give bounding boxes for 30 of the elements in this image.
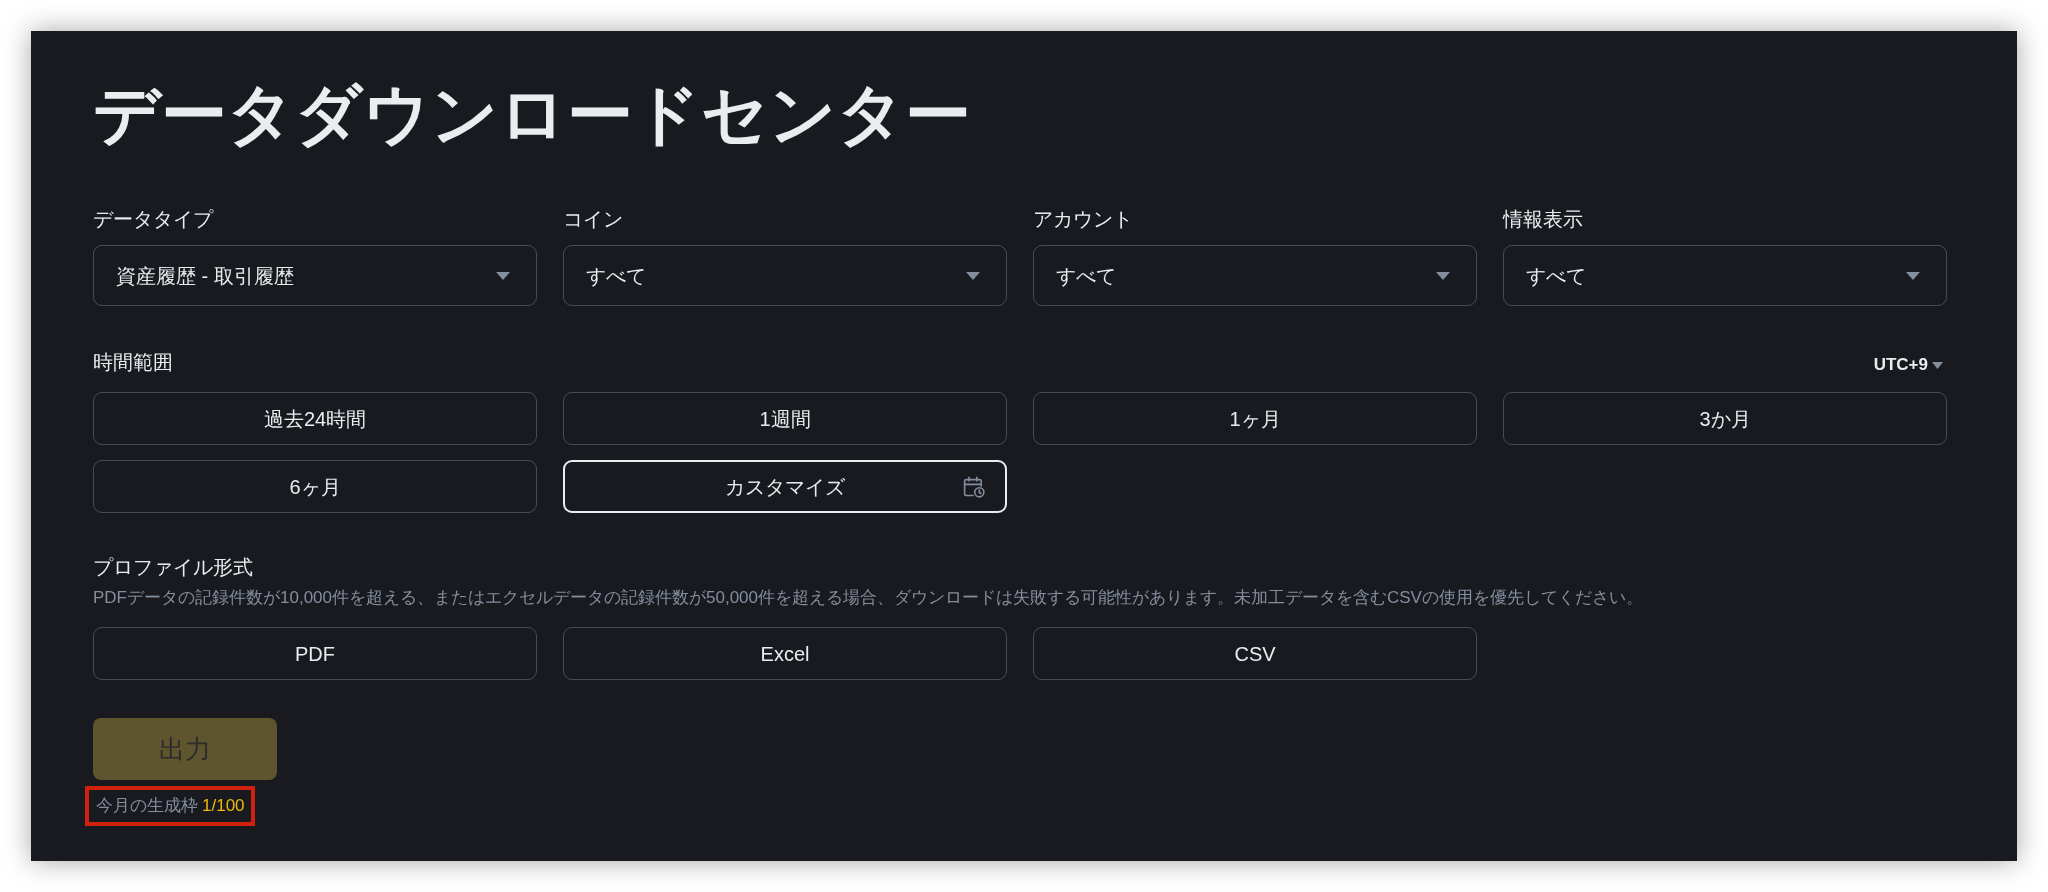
caret-icon: [1436, 271, 1450, 280]
select-dropdown[interactable]: 資産履歴 - 取引履歴: [93, 245, 537, 306]
timezone-dropdown[interactable]: UTC+9: [1873, 354, 1943, 376]
time-range-button[interactable]: 6ヶ月: [93, 460, 537, 513]
format-button[interactable]: Excel: [563, 627, 1007, 680]
select-dropdown[interactable]: すべて: [1503, 245, 1947, 306]
quota-value: 1/100: [202, 796, 245, 815]
caret-icon: [1906, 271, 1920, 280]
calendar-clock-icon: [963, 475, 985, 498]
page-title: データダウンロードセンター: [93, 76, 972, 153]
section-label: プロファイル形式: [93, 555, 254, 580]
filter-label: 情報表示: [1503, 207, 1584, 232]
filter-label: コイン: [563, 207, 624, 232]
caret-icon: [966, 271, 980, 280]
section-label: 時間範囲: [93, 350, 173, 375]
quota-label: 今月の生成枠: [96, 796, 198, 815]
time-range-button[interactable]: 過去24時間: [93, 392, 537, 445]
caret-icon: [496, 271, 510, 280]
time-range-button[interactable]: 1週間: [563, 392, 1007, 445]
select-dropdown[interactable]: すべて: [563, 245, 1007, 306]
hint-text: PDFデータの記録件数が10,000件を超える、またはエクセルデータの記録件数が50,000件を超える場合、ダウンロードは失敗する可能性があります。未加工データを含むCSVの使用を優先してください。: [93, 587, 1644, 609]
time-range-button[interactable]: 1ヶ月: [1033, 392, 1477, 445]
filter-label: アカウント: [1033, 207, 1134, 232]
filter-label: データタイプ: [93, 207, 215, 232]
format-button[interactable]: PDF: [93, 627, 537, 680]
select-dropdown[interactable]: すべて: [1033, 245, 1477, 306]
time-range-button[interactable]: カスタマイズ: [563, 460, 1007, 513]
time-range-button[interactable]: 3か月: [1503, 392, 1947, 445]
caret-icon: [1932, 361, 1943, 369]
format-button[interactable]: CSV: [1033, 627, 1477, 680]
